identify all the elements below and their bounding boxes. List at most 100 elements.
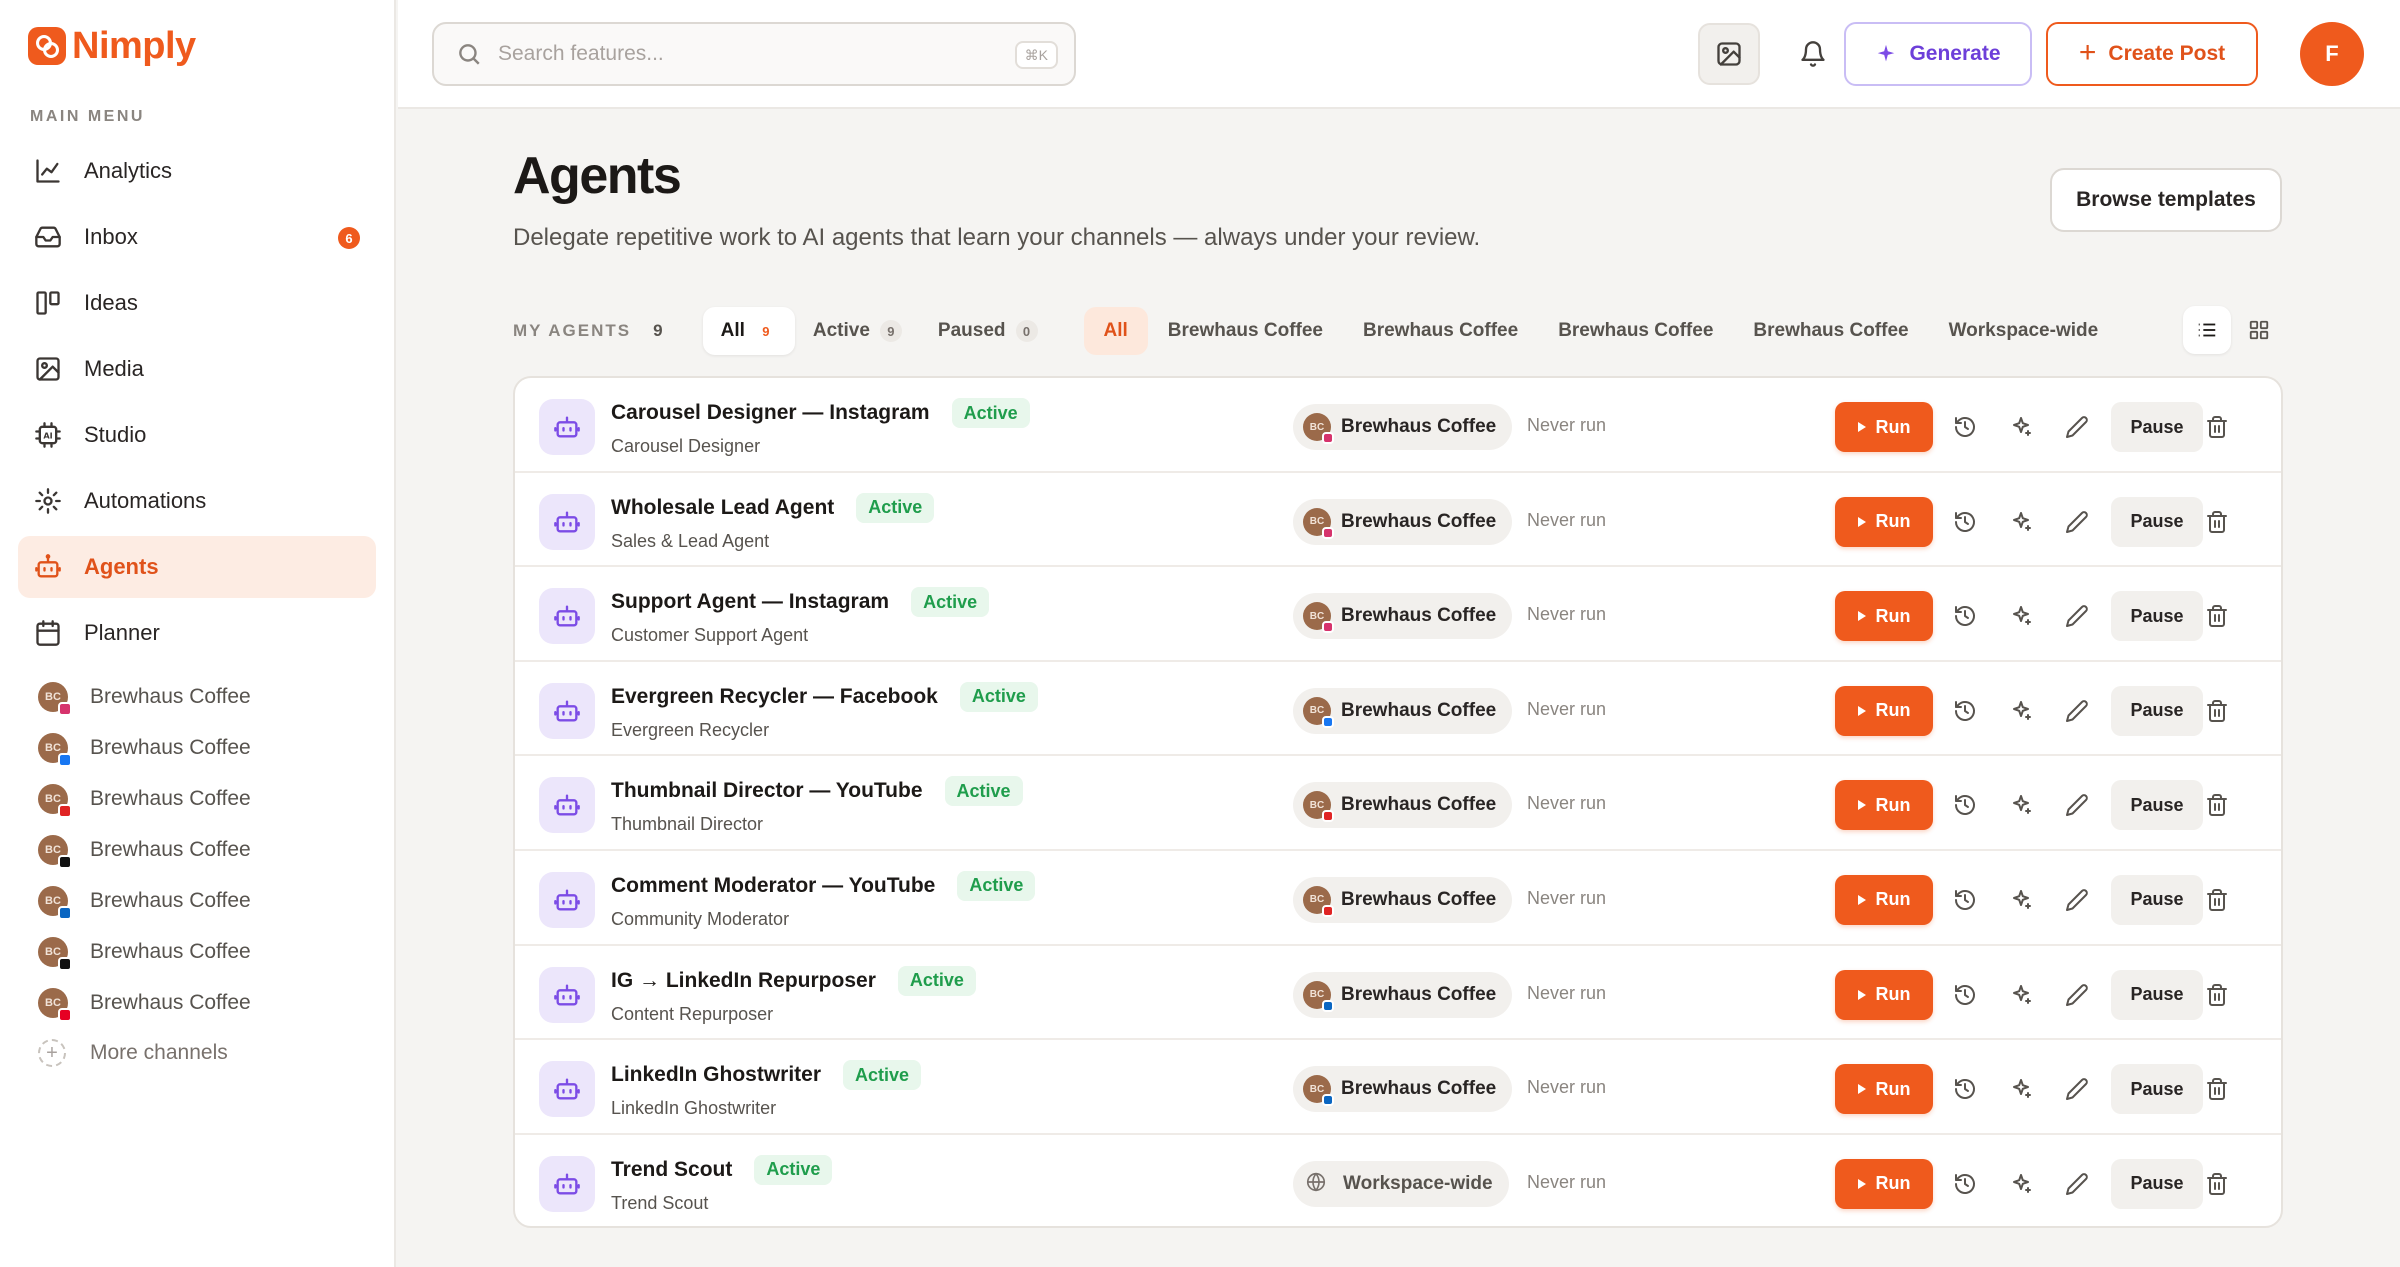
- pause-button[interactable]: Pause: [2111, 874, 2203, 925]
- run-button[interactable]: Run: [1835, 685, 1933, 736]
- channel-tab[interactable]: Workspace-wide: [1929, 307, 2119, 355]
- agent-name[interactable]: Wholesale Lead Agent: [611, 496, 834, 520]
- sidebar-channel-tiktok[interactable]: BC Brewhaus Coffee: [38, 824, 368, 875]
- pause-button[interactable]: Pause: [2111, 780, 2203, 831]
- delete-button[interactable]: [2197, 596, 2237, 636]
- delete-button[interactable]: [2197, 975, 2237, 1015]
- channel-tab[interactable]: Brewhaus Coffee: [1538, 307, 1733, 355]
- channel-tab[interactable]: Brewhaus Coffee: [1148, 307, 1343, 355]
- delete-button[interactable]: [2197, 785, 2237, 825]
- edit-button[interactable]: [2057, 880, 2097, 920]
- tab-all[interactable]: All 9: [702, 307, 795, 355]
- sidebar-item-analytics[interactable]: Analytics: [18, 140, 376, 202]
- sidebar-channel-x[interactable]: BC Brewhaus Coffee: [38, 926, 368, 977]
- run-button[interactable]: Run: [1835, 969, 1933, 1020]
- channel-tab[interactable]: Brewhaus Coffee: [1343, 307, 1538, 355]
- tab-paused[interactable]: Paused 0: [920, 307, 1056, 355]
- search-input[interactable]: [498, 42, 978, 66]
- agent-name[interactable]: Thumbnail Director — YouTube: [611, 779, 923, 803]
- edit-button[interactable]: [2057, 502, 2097, 542]
- improve-button[interactable]: [2001, 785, 2041, 825]
- run-button[interactable]: Run: [1835, 591, 1933, 642]
- delete-button[interactable]: [2197, 1069, 2237, 1109]
- app-logo[interactable]: Nimply: [28, 24, 196, 68]
- sidebar-item-automations[interactable]: Automations: [18, 470, 376, 532]
- improve-button[interactable]: [2001, 880, 2041, 920]
- agent-name[interactable]: Trend Scout: [611, 1158, 732, 1182]
- sidebar-channel-facebook[interactable]: BC Brewhaus Coffee: [38, 722, 368, 773]
- history-button[interactable]: [1945, 691, 1985, 731]
- improve-button[interactable]: [2001, 1069, 2041, 1109]
- run-button[interactable]: Run: [1835, 780, 1933, 831]
- run-button[interactable]: Run: [1835, 496, 1933, 547]
- edit-button[interactable]: [2057, 1069, 2097, 1109]
- agent-name[interactable]: Carousel Designer — Instagram: [611, 401, 930, 425]
- history-button[interactable]: [1945, 1164, 1985, 1204]
- run-button[interactable]: Run: [1835, 402, 1933, 452]
- pause-button[interactable]: Pause: [2111, 402, 2203, 452]
- run-button[interactable]: Run: [1835, 1064, 1933, 1115]
- improve-button[interactable]: [2001, 502, 2041, 542]
- improve-button[interactable]: [2001, 407, 2041, 447]
- improve-button[interactable]: [2001, 1164, 2041, 1204]
- agent-name[interactable]: Evergreen Recycler — Facebook: [611, 685, 938, 709]
- sidebar-item-agents[interactable]: Agents: [18, 536, 376, 598]
- history-button[interactable]: [1945, 975, 1985, 1015]
- sidebar-channel-youtube[interactable]: BC Brewhaus Coffee: [38, 773, 368, 824]
- pause-button[interactable]: Pause: [2111, 685, 2203, 736]
- edit-button[interactable]: [2057, 1164, 2097, 1204]
- sidebar-channel-pinterest[interactable]: BC Brewhaus Coffee: [38, 977, 368, 1028]
- sidebar-channel-instagram[interactable]: BC Brewhaus Coffee: [38, 671, 368, 722]
- pause-button[interactable]: Pause: [2111, 1064, 2203, 1115]
- tab-active[interactable]: Active 9: [795, 307, 920, 355]
- history-button[interactable]: [1945, 407, 1985, 447]
- edit-button[interactable]: [2057, 975, 2097, 1015]
- pause-button[interactable]: Pause: [2111, 591, 2203, 642]
- delete-button[interactable]: [2197, 691, 2237, 731]
- channel-tab[interactable]: Brewhaus Coffee: [1733, 307, 1928, 355]
- grid-view-button[interactable]: [2235, 306, 2283, 354]
- edit-button[interactable]: [2057, 407, 2097, 447]
- agent-name[interactable]: IG → LinkedIn Repurposer: [611, 969, 876, 993]
- create-post-button[interactable]: + Create Post: [2046, 22, 2258, 86]
- agent-name[interactable]: Support Agent — Instagram: [611, 590, 889, 614]
- edit-button[interactable]: [2057, 785, 2097, 825]
- user-avatar[interactable]: F: [2300, 22, 2364, 86]
- run-button[interactable]: Run: [1835, 1158, 1933, 1209]
- agent-name[interactable]: Comment Moderator — YouTube: [611, 874, 935, 898]
- agent-name[interactable]: LinkedIn Ghostwriter: [611, 1063, 821, 1087]
- channel-tab[interactable]: All: [1083, 307, 1148, 355]
- history-button[interactable]: [1945, 596, 1985, 636]
- browse-templates-button[interactable]: Browse templates: [2050, 168, 2282, 232]
- edit-button[interactable]: [2057, 691, 2097, 731]
- pause-button[interactable]: Pause: [2111, 1158, 2203, 1209]
- sidebar-item-studio[interactable]: AI Studio: [18, 404, 376, 466]
- more-channels-button[interactable]: + More channels: [38, 1028, 368, 1078]
- delete-button[interactable]: [2197, 502, 2237, 542]
- sidebar-item-inbox[interactable]: Inbox 6: [18, 206, 376, 268]
- improve-button[interactable]: [2001, 691, 2041, 731]
- sidebar-item-media[interactable]: Media: [18, 338, 376, 400]
- generate-button[interactable]: Generate: [1844, 22, 2032, 86]
- history-button[interactable]: [1945, 1069, 1985, 1109]
- pause-button[interactable]: Pause: [2111, 496, 2203, 547]
- search-box[interactable]: ⌘K: [432, 22, 1076, 86]
- history-button[interactable]: [1945, 502, 1985, 542]
- delete-button[interactable]: [2197, 407, 2237, 447]
- run-button[interactable]: Run: [1835, 874, 1933, 925]
- tab-count: 9: [879, 320, 902, 342]
- improve-button[interactable]: [2001, 596, 2041, 636]
- sidebar-channel-linkedin[interactable]: BC Brewhaus Coffee: [38, 875, 368, 926]
- edit-button[interactable]: [2057, 596, 2097, 636]
- notifications-button[interactable]: [1782, 23, 1844, 85]
- sidebar-item-ideas[interactable]: Ideas: [18, 272, 376, 334]
- delete-button[interactable]: [2197, 880, 2237, 920]
- list-view-button[interactable]: [2183, 306, 2231, 354]
- delete-button[interactable]: [2197, 1164, 2237, 1204]
- history-button[interactable]: [1945, 880, 1985, 920]
- history-button[interactable]: [1945, 785, 1985, 825]
- improve-button[interactable]: [2001, 975, 2041, 1015]
- sidebar-item-planner[interactable]: Planner: [18, 602, 376, 664]
- pause-button[interactable]: Pause: [2111, 969, 2203, 1020]
- media-button[interactable]: [1698, 23, 1760, 85]
